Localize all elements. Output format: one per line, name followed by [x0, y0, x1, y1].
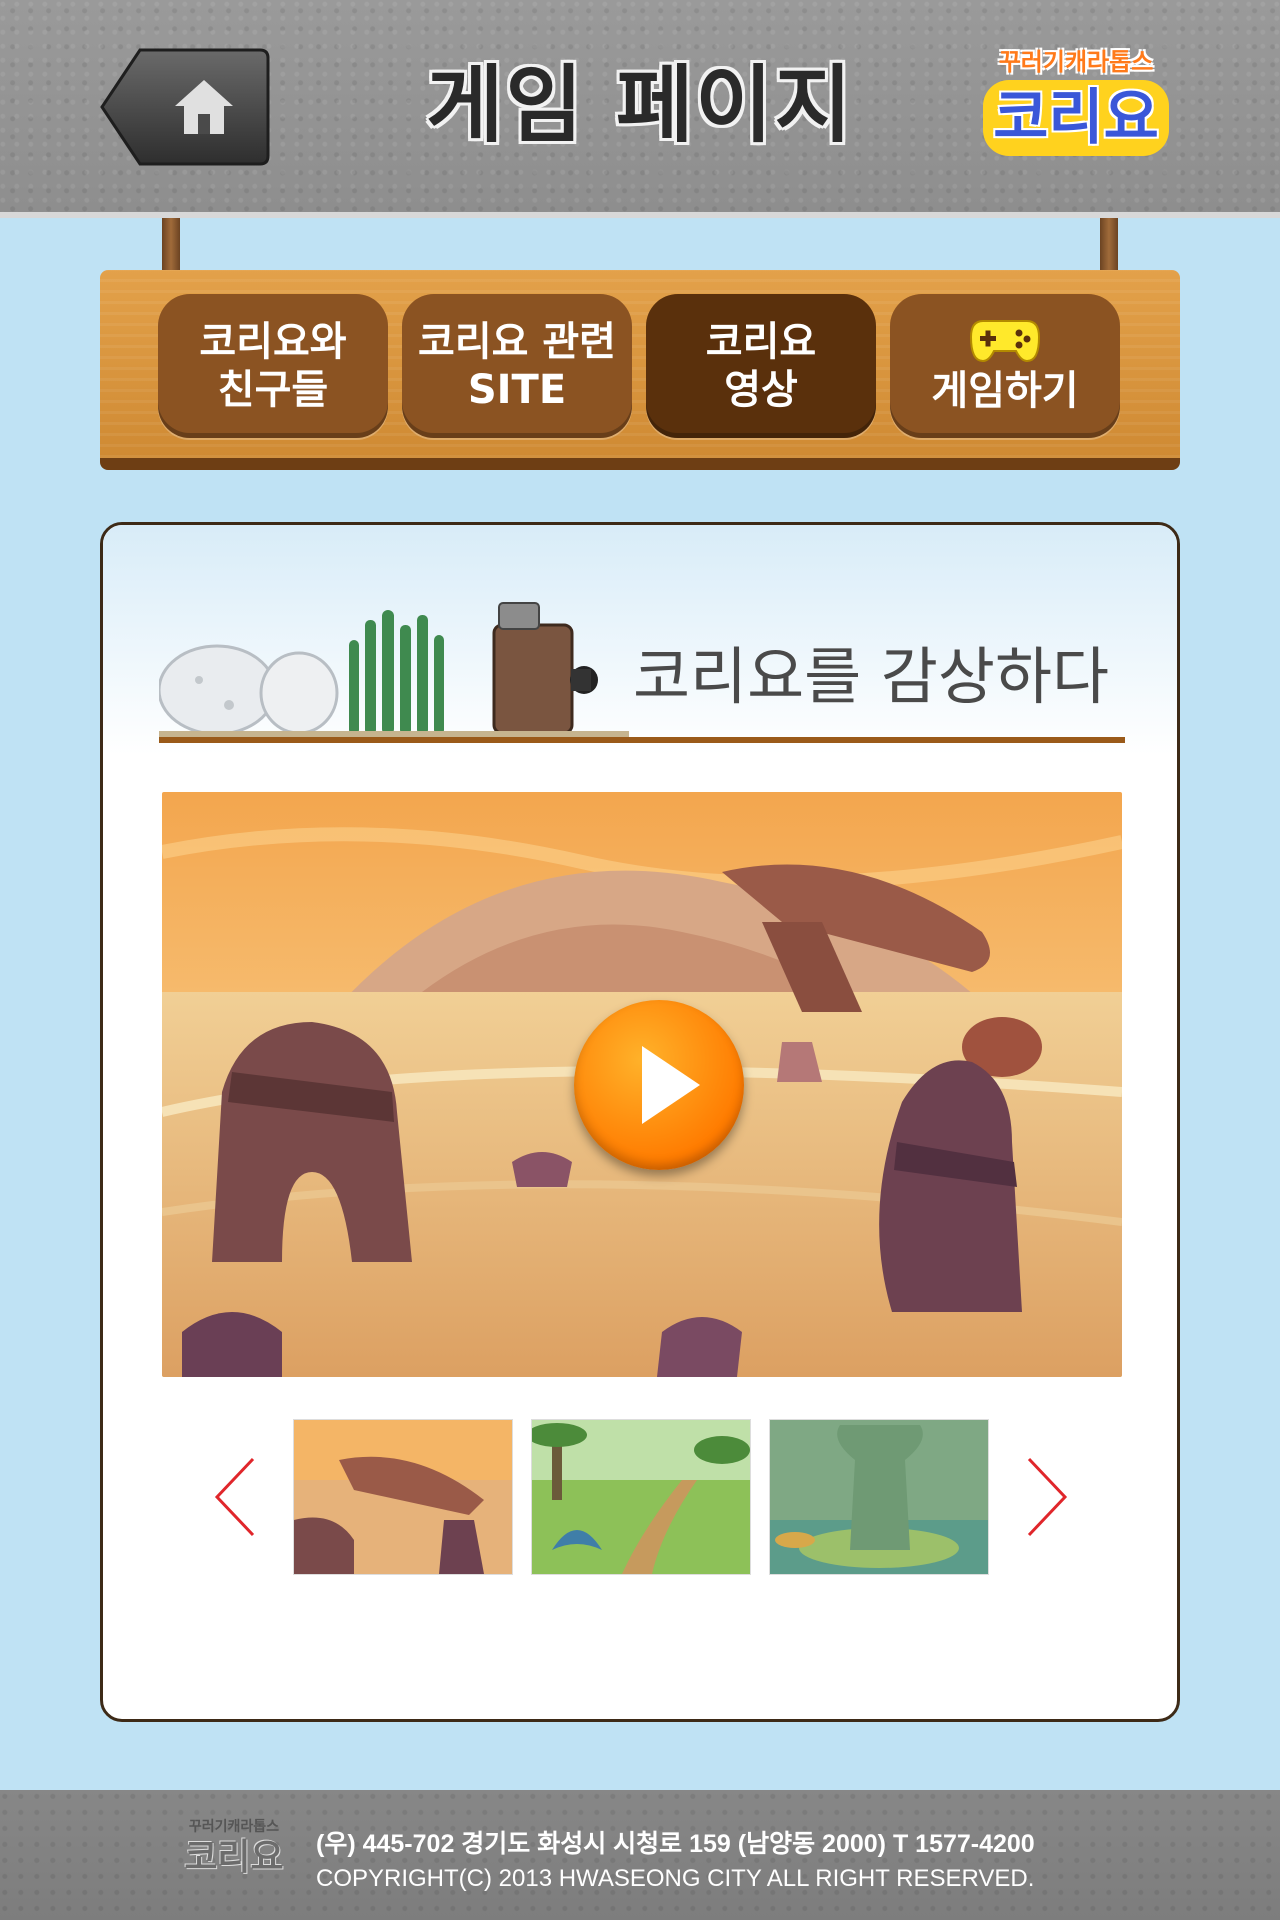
- play-icon[interactable]: [574, 1000, 744, 1170]
- nav-sign: 코리요와 친구들 코리요 관련 SITE 코리요 영상 게임하기: [100, 270, 1180, 470]
- footer-logo-subtitle: 꾸러기캐라톱스: [188, 1819, 280, 1835]
- header: 게임 페이지 꾸러기캐라톱스 코리요: [0, 0, 1280, 218]
- video-thumbnail-item[interactable]: [531, 1419, 751, 1575]
- page-title: 게임 페이지: [426, 56, 854, 154]
- nav-label: 코리요: [705, 319, 817, 365]
- banner-divider: [159, 737, 1125, 743]
- gamepad-icon: [969, 320, 1041, 363]
- footer-copyright: COPYRIGHT(C) 2013 HWASEONG CITY ALL RIGH…: [316, 1865, 1035, 1892]
- nav-game-button[interactable]: 게임하기: [890, 294, 1120, 438]
- chevron-left-icon[interactable]: [213, 1455, 257, 1539]
- nav-label: 코리요 관련: [418, 319, 616, 365]
- footer-info: (우) 445-702 경기도 화성시 시청로 159 (남양동 2000) T…: [316, 1826, 1246, 1896]
- logo-title: 코리요: [983, 80, 1169, 156]
- section-banner: 코리요를 감상하다: [103, 525, 1177, 755]
- logo-subtitle: 꾸러기캐라톱스: [998, 48, 1154, 76]
- footer-logo-title: 코리요: [184, 1837, 284, 1878]
- chevron-right-icon[interactable]: [1025, 1455, 1069, 1539]
- nav-related-site-button[interactable]: 코리요 관련 SITE: [402, 294, 632, 438]
- video-player[interactable]: [162, 792, 1122, 1377]
- section-title: 코리요를 감상하다: [633, 640, 1110, 713]
- nav-label: SITE: [467, 367, 567, 413]
- nav-label: 친구들: [217, 367, 329, 413]
- home-icon: [100, 48, 270, 166]
- video-thumbnail-item[interactable]: [769, 1419, 989, 1575]
- content-panel: 코리요를 감상하다: [100, 522, 1180, 1722]
- nav-video-button[interactable]: 코리요 영상: [646, 294, 876, 438]
- sign-rope-left: [162, 218, 180, 278]
- brand-logo[interactable]: 꾸러기캐라톱스 코리요: [976, 46, 1176, 166]
- nav-friends-button[interactable]: 코리요와 친구들: [158, 294, 388, 438]
- footer-address: (우) 445-702 경기도 화성시 시청로 159 (남양동 2000) T…: [316, 1830, 1035, 1858]
- nav-label: 게임하기: [931, 368, 1079, 414]
- nav-label: 코리요와: [199, 319, 347, 365]
- footer-logo: 꾸러기캐라톱스 코리요: [178, 1818, 290, 1898]
- video-thumbnail-item[interactable]: [293, 1419, 513, 1575]
- home-button[interactable]: [100, 48, 270, 166]
- decoration-illustration: [159, 602, 629, 737]
- sign-rope-right: [1100, 218, 1118, 278]
- footer: 꾸러기캐라톱스 코리요 (우) 445-702 경기도 화성시 시청로 159 …: [0, 1790, 1280, 1920]
- nav-label: 영상: [724, 367, 798, 413]
